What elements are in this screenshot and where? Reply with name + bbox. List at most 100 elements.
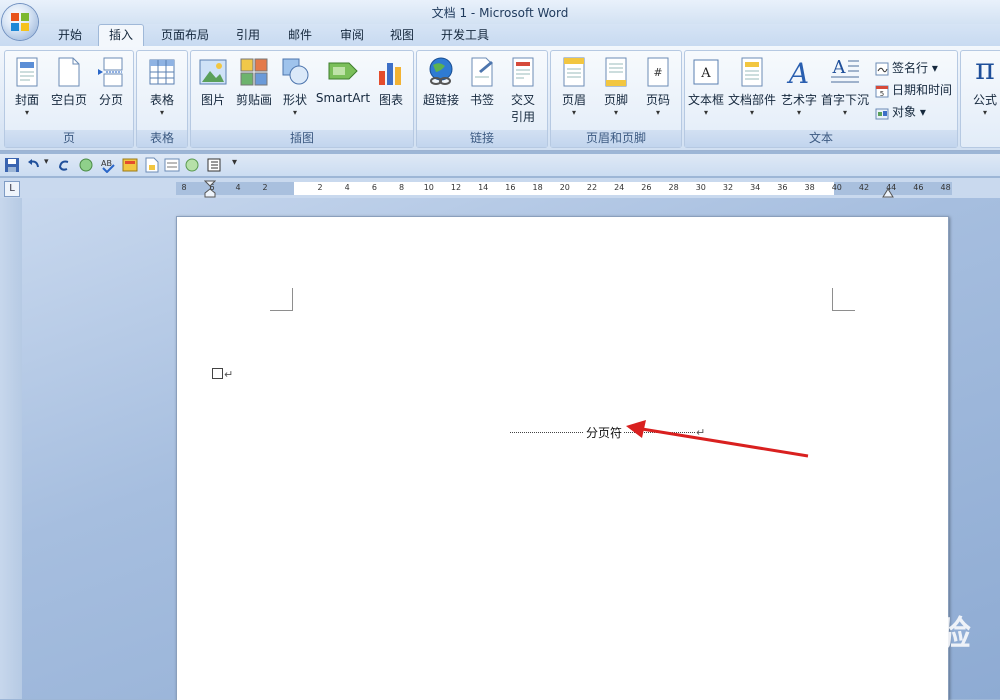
drop-cap-button[interactable]: A 首字下沉 ▾: [819, 57, 871, 118]
vertical-ruler-strip: [0, 198, 22, 699]
wordart-label: 艺术字: [780, 93, 817, 107]
ruler-tick-label: 8: [399, 183, 405, 192]
undo-dropdown-icon[interactable]: ▾: [44, 157, 49, 167]
svg-text:AB: AB: [101, 159, 112, 168]
picture-button[interactable]: 图片: [195, 57, 231, 108]
ruler-tick-label: 2: [317, 183, 323, 192]
horizontal-ruler[interactable]: 8 6 4 2 2 4 6 8 10 12 14 16 18 20 22 24 26 28 30 32 34 36 38 40…: [176, 180, 952, 198]
group-header-footer: 页眉 ▾ 页脚 ▾ # 页码 ▾ 页眉和页脚: [550, 50, 682, 148]
quick-style-icon[interactable]: [122, 157, 138, 173]
ruler-tick-label: 14: [478, 183, 489, 192]
calendar-icon: 5: [875, 85, 889, 98]
ruler-tick-label: 2: [262, 183, 268, 192]
ruler-tick-label: 22: [586, 183, 598, 192]
group-illustrations-label: 插图: [191, 130, 413, 147]
group-table: 表格 ▾ 表格: [136, 50, 188, 148]
bookmark-button[interactable]: 书签: [465, 57, 499, 108]
footer-icon: [605, 57, 627, 87]
customize-toolbar-icon[interactable]: ▾: [232, 157, 237, 168]
circle-green-icon[interactable]: [184, 157, 200, 173]
chart-button[interactable]: 图表: [373, 57, 409, 108]
header-icon: [563, 57, 585, 87]
object-icon: [875, 108, 889, 119]
shapes-button[interactable]: 形状 ▾: [277, 57, 313, 118]
tab-selector-button[interactable]: L: [4, 181, 20, 197]
crop-mark-top-left: [270, 288, 293, 311]
cross-reference-label-2: 引用: [510, 110, 535, 124]
drop-cap-label: 首字下沉: [820, 93, 869, 107]
page-number-button[interactable]: # 页码 ▾: [639, 57, 677, 118]
tab-view[interactable]: 视图: [382, 25, 422, 45]
signature-line-icon: [875, 62, 889, 75]
header-label: 页眉: [561, 93, 586, 107]
table-button[interactable]: 表格 ▾: [143, 57, 181, 118]
text-box-button[interactable]: A 文本框 ▾: [685, 57, 727, 118]
svg-text:A: A: [700, 66, 711, 81]
chart-icon: [379, 63, 401, 85]
outline-view-icon[interactable]: [206, 157, 222, 173]
tab-developer[interactable]: 开发工具: [434, 25, 496, 45]
ruler-tick-label: 16: [505, 183, 516, 192]
smartart-button[interactable]: SmartArt: [315, 57, 371, 105]
page-break-button[interactable]: 分页: [93, 57, 129, 108]
group-page: 封面 ▾ 空白页 分页 页: [4, 50, 134, 148]
quick-parts-button[interactable]: 文档部件 ▾: [727, 57, 777, 118]
tab-home[interactable]: 开始: [50, 25, 90, 45]
footer-label: 页脚: [603, 93, 628, 107]
indent-marker-icon[interactable]: [204, 180, 216, 198]
spelling-check-icon[interactable]: AB: [100, 157, 116, 173]
object-button[interactable]: 对象 ▾: [875, 103, 926, 120]
page-number-label: 页码: [645, 93, 670, 107]
chevron-down-icon: ▾: [159, 108, 164, 117]
footer-button[interactable]: 页脚 ▾: [597, 57, 635, 118]
chart-label: 图表: [378, 93, 403, 107]
quick-parts-icon: [741, 57, 763, 87]
bookmark-label: 书签: [469, 93, 494, 107]
save-icon[interactable]: [4, 157, 20, 173]
tab-insert[interactable]: 插入: [98, 24, 144, 47]
content-control-box[interactable]: [212, 368, 223, 379]
chevron-down-icon: ▾: [749, 108, 754, 117]
repeat-icon[interactable]: [56, 157, 72, 173]
signature-line-button[interactable]: 签名行 ▾: [875, 59, 938, 76]
document-icon[interactable]: [144, 157, 160, 173]
office-button[interactable]: [2, 4, 38, 40]
svg-text:A: A: [832, 57, 847, 78]
tab-review[interactable]: 审阅: [332, 25, 372, 45]
right-indent-marker-icon[interactable]: [882, 180, 894, 198]
paragraph-mark: ↵: [224, 368, 234, 381]
ruler-bar: L 8 6 4 2 2 4 6 8 10 12 14 16 18 20 22 24 26 28 30 32 34 36 38…: [0, 178, 1000, 198]
equation-button[interactable]: π 公式 ▾: [965, 53, 1000, 118]
office-logo-icon: [11, 13, 29, 31]
blank-page-button[interactable]: 空白页: [49, 57, 89, 108]
signature-line-label: 签名行: [892, 61, 929, 75]
circle-green-icon[interactable]: [78, 157, 94, 173]
ruler-tick-label: 36: [777, 183, 788, 192]
cover-page-button[interactable]: 封面 ▾: [9, 57, 45, 118]
ruler-tick-label: 26: [641, 183, 652, 192]
equation-label: 公式: [972, 93, 997, 107]
group-text-label: 文本: [685, 130, 957, 147]
undo-icon[interactable]: [26, 157, 42, 173]
bookmark-icon: [471, 57, 493, 87]
text-box-label: 文本框: [687, 93, 724, 107]
header-button[interactable]: 页眉 ▾: [555, 57, 593, 118]
ruler-tick-label: 20: [559, 183, 570, 192]
clip-art-button[interactable]: 剪贴画: [233, 57, 275, 108]
table-icon: [149, 59, 175, 85]
date-time-label: 日期和时间: [892, 83, 953, 97]
group-links-label: 链接: [417, 130, 547, 147]
tab-references[interactable]: 引用: [228, 25, 268, 45]
form-icon[interactable]: [164, 157, 180, 173]
picture-label: 图片: [200, 93, 225, 107]
group-page-label: 页: [5, 130, 133, 147]
chevron-down-icon: ▾: [292, 108, 297, 117]
wordart-button[interactable]: A 艺术字 ▾: [779, 57, 819, 118]
date-time-button[interactable]: 5 日期和时间: [875, 81, 952, 98]
watermark-brand: Bai du 经验: [762, 614, 972, 654]
tab-page-layout[interactable]: 页面布局: [154, 25, 216, 45]
hyperlink-button[interactable]: 超链接: [419, 57, 463, 108]
tab-mailings[interactable]: 邮件: [280, 25, 320, 45]
page-break-icon: [98, 57, 123, 87]
cross-reference-button[interactable]: 交叉 引用: [503, 57, 543, 125]
